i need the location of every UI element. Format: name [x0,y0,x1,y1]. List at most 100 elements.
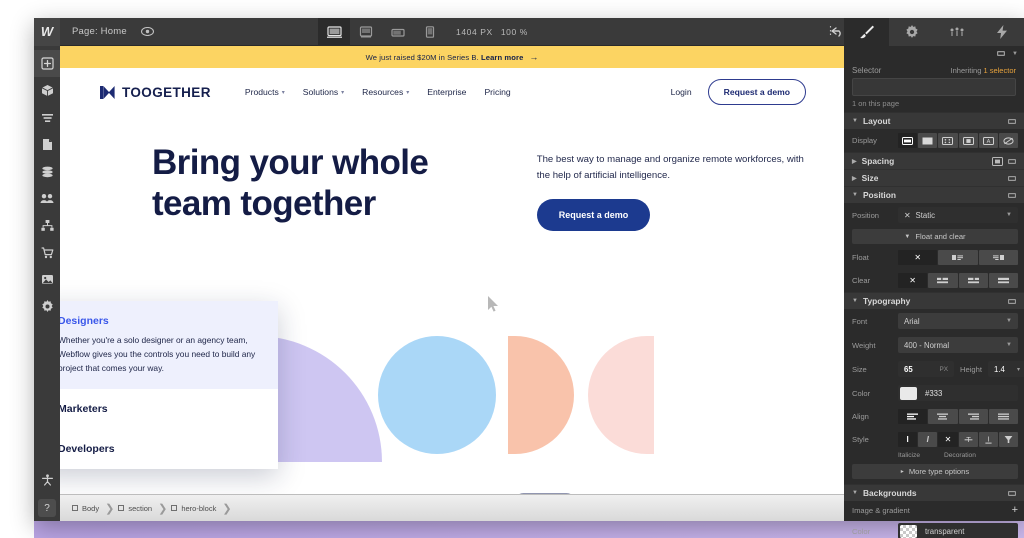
request-demo-hero-button[interactable]: Request a demo [536,199,651,232]
breadcrumb-item-body[interactable]: Body [68,504,105,513]
underline-button[interactable]: I [978,432,998,447]
nav-link-resources[interactable]: Resources ▾ [362,87,409,97]
inheriting-count[interactable]: 1 selector [983,66,1016,75]
section-position-header[interactable]: ▼ Position [844,186,1024,203]
accessibility-audit-icon[interactable] [34,466,60,493]
layout-style-indicator-icon[interactable] [1008,118,1018,125]
login-link[interactable]: Login [671,87,692,97]
element-square-icon [118,505,125,511]
section-typography-header[interactable]: ▼ Typography [844,292,1024,309]
float-and-clear-toggle[interactable]: ▼ Float and clear [852,229,1018,244]
element-square-icon [171,505,178,511]
text-decoration-button[interactable] [998,432,1019,447]
align-justify-button[interactable] [988,409,1018,424]
align-left-button[interactable] [898,409,928,424]
selector-input[interactable] [852,78,1016,96]
section-title: Layout [862,116,891,126]
breadcrumb-item-section[interactable]: section [114,504,158,513]
section-spacing-header[interactable]: ▶ Spacing [844,152,1024,169]
position-select[interactable]: ✕ Static ▼ [898,207,1018,223]
text-color-input[interactable]: #333 [898,385,1018,401]
float-none-button[interactable]: ✕ [898,250,938,265]
align-label: Align [852,412,869,421]
viewport-mobile-landscape-button[interactable] [382,18,414,46]
strikethrough-button[interactable]: T [958,432,978,447]
nav-link-enterprise[interactable]: Enterprise [427,87,466,97]
section-size-header[interactable]: ▶ Size [844,169,1024,186]
typography-style-indicator-icon[interactable] [1008,298,1018,305]
clear-none-button[interactable]: ✕ [898,273,928,288]
color-swatch[interactable] [900,386,917,400]
cms-database-icon[interactable] [34,158,60,185]
display-flex-button[interactable] [918,133,938,148]
clear-left-button[interactable] [928,273,958,288]
settings-gear-icon[interactable] [34,293,60,320]
webflow-logo-icon[interactable]: W [34,17,60,46]
decoration-none-button[interactable]: ✕ [938,432,958,447]
display-inline-block-button[interactable] [958,133,978,148]
chevron-down-icon[interactable]: ▼ [1012,51,1018,57]
plus-icon[interactable]: + [1012,505,1018,516]
font-select[interactable]: Arial ▼ [898,313,1018,329]
zoom-level-label[interactable]: 100 % [501,27,528,37]
assets-file-icon[interactable] [34,131,60,158]
display-inline-button[interactable]: A [978,133,998,148]
more-type-options-button[interactable]: ▸ More type options [852,464,1018,479]
nav-link-pricing[interactable]: Pricing [484,87,510,97]
help-question-mark-icon[interactable]: ? [38,499,56,517]
size-style-indicator-icon[interactable] [1008,175,1018,182]
float-right-button[interactable] [978,250,1018,265]
eye-icon[interactable] [140,27,154,36]
hero-block[interactable]: Bring your whole team together The best … [60,116,844,232]
announcement-banner[interactable]: We just raised $20M in Series B. Learn m… [60,46,844,68]
style-manager-icon[interactable] [997,50,1008,58]
banner-link[interactable]: Learn more [481,53,523,62]
breadcrumb-item-hero-block[interactable]: hero-block [167,504,222,513]
tab-settings[interactable] [889,18,934,46]
clear-both-button[interactable] [988,273,1018,288]
backgrounds-style-indicator-icon[interactable] [1008,490,1018,497]
position-style-indicator-icon[interactable] [1008,192,1018,199]
tab-style[interactable] [844,18,889,46]
section-layout-header[interactable]: ▼ Layout [844,112,1024,129]
font-size-unit[interactable]: PX [939,366,948,373]
clear-right-button[interactable] [958,273,988,288]
design-canvas[interactable]: We just raised $20M in Series B. Learn m… [60,46,844,494]
products-dropdown-panel[interactable]: Designers Whether you're a solo designer… [60,301,278,470]
pages-icon[interactable] [34,104,60,131]
viewport-mobile-portrait-button[interactable] [414,18,446,46]
section-backgrounds-header[interactable]: ▼ Backgrounds [844,484,1024,501]
users-people-icon[interactable] [34,185,60,212]
nav-link-products[interactable]: Products ▾ [245,87,285,97]
components-icon[interactable] [34,77,60,104]
display-block-button[interactable] [898,133,918,148]
transparent-swatch-icon[interactable] [900,524,917,538]
italic-slant-button[interactable]: I [918,432,938,447]
ecommerce-cart-icon[interactable] [34,239,60,266]
tab-interactions[interactable] [934,18,979,46]
weight-select[interactable]: 400 - Normal ▼ [898,337,1018,353]
nav-link-solutions[interactable]: Solutions ▾ [303,87,344,97]
brand-logo[interactable]: TOOGETHER [100,85,211,100]
image-gradient-row[interactable]: Image & gradient + [844,501,1024,519]
align-center-button[interactable] [928,409,958,424]
media-image-icon[interactable] [34,266,60,293]
add-elements-button[interactable] [34,50,60,77]
background-color-input[interactable]: transparent [898,523,1018,538]
request-demo-nav-button[interactable]: Request a demo [707,79,806,105]
logic-sitemap-icon[interactable] [34,212,60,239]
align-right-button[interactable] [958,409,988,424]
spacing-controls-icons[interactable] [992,156,1018,166]
tab-effects[interactable] [979,18,1024,46]
display-grid-button[interactable] [938,133,958,148]
dropdown-item-developers[interactable]: Developers [60,429,278,469]
italic-upright-button[interactable]: I [898,432,918,447]
viewport-tablet-button[interactable] [350,18,382,46]
line-height-input[interactable]: 1.4 ▾ [987,361,1024,377]
dropdown-item-marketers[interactable]: Marketers [60,389,278,429]
float-left-button[interactable] [938,250,978,265]
font-size-input[interactable]: 65 PX [898,361,954,377]
dropdown-item-designers[interactable]: Designers Whether you're a solo designer… [60,301,278,390]
viewport-desktop-button[interactable] [318,18,350,46]
display-none-button[interactable] [998,133,1019,148]
